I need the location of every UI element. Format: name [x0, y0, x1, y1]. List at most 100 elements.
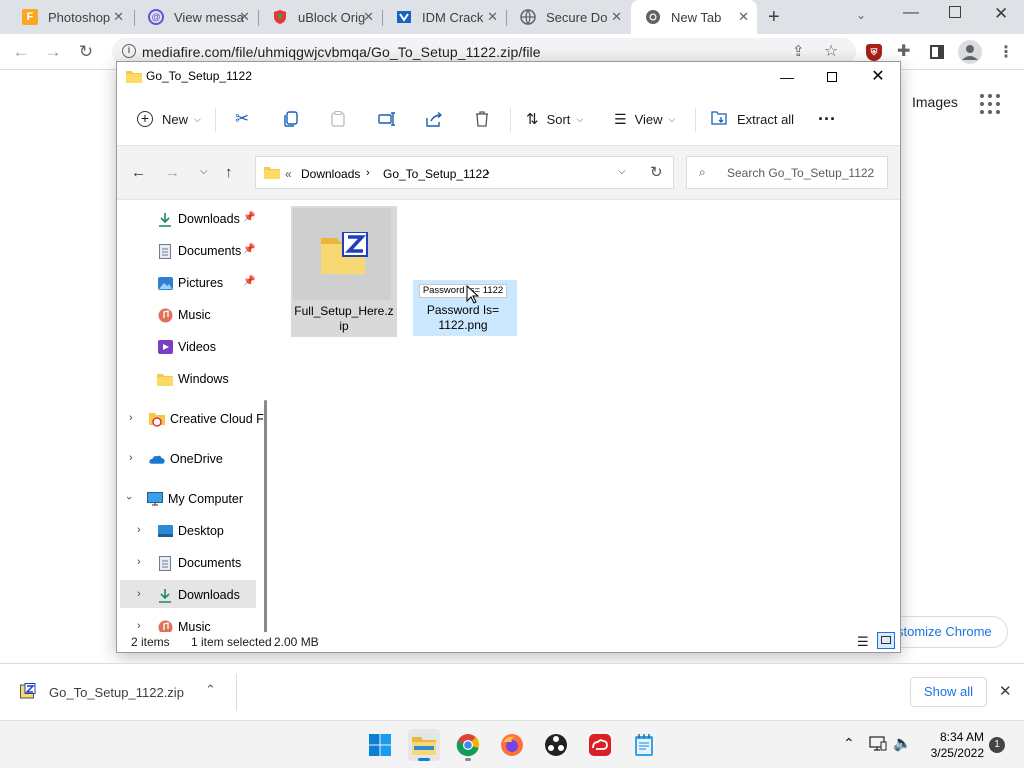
- nav-item-music-pc[interactable]: Music: [157, 613, 211, 632]
- close-icon[interactable]: ✕: [363, 9, 374, 25]
- side-panel-icon[interactable]: [930, 45, 944, 59]
- explorer-titlebar[interactable]: Go_To_Setup_1122 — ✕: [117, 62, 900, 92]
- pin-icon[interactable]: 📌: [243, 212, 255, 223]
- creative-cloud-taskbar-icon[interactable]: [584, 729, 616, 761]
- file-item-png[interactable]: Password Is= 1122 Password Is= 1122.png: [413, 280, 517, 336]
- pin-icon[interactable]: 📌: [243, 244, 255, 255]
- expand-chevron-icon[interactable]: ›: [129, 452, 133, 464]
- rename-icon[interactable]: [378, 107, 396, 131]
- expand-chevron-icon[interactable]: ›: [129, 412, 133, 424]
- restore-icon[interactable]: [949, 6, 961, 18]
- new-button[interactable]: + New ⌵: [137, 107, 201, 131]
- minimize-icon[interactable]: —: [903, 4, 919, 22]
- breadcrumb-separator-icon[interactable]: ›: [486, 167, 490, 179]
- tab-idm[interactable]: IDM Crack ✕: [382, 0, 506, 34]
- chrome-menu-icon[interactable]: ⋮: [998, 42, 1014, 62]
- chrome-taskbar-icon[interactable]: [452, 729, 484, 761]
- expand-chevron-icon[interactable]: ›: [137, 524, 141, 536]
- tab-ublock[interactable]: uBlock Orig ✕: [258, 0, 382, 34]
- cut-icon[interactable]: ✂: [235, 107, 249, 131]
- nav-item-creative-cloud[interactable]: Creative Cloud F: [149, 405, 264, 433]
- explorer-forward-icon[interactable]: →: [165, 164, 180, 181]
- large-icons-view-icon[interactable]: [877, 632, 895, 649]
- recent-locations-chevron-icon[interactable]: ⌵: [200, 166, 208, 177]
- nav-item-downloads-pc[interactable]: Downloads: [157, 581, 240, 609]
- ublock-extension-icon[interactable]: ⛨: [866, 44, 882, 61]
- bookmark-star-icon[interactable]: ☆: [824, 41, 838, 61]
- address-history-chevron-icon[interactable]: ⌵: [618, 166, 626, 177]
- explorer-address-bar[interactable]: « Downloads › Go_To_Setup_1122 › ⌵ ↻: [255, 156, 674, 189]
- share-icon[interactable]: [426, 107, 443, 131]
- new-tab-icon[interactable]: +: [768, 6, 780, 29]
- close-icon[interactable]: ✕: [113, 9, 124, 25]
- back-arrow-icon[interactable]: ←: [10, 41, 32, 63]
- tab-new-tab[interactable]: New Tab ✕: [631, 0, 757, 34]
- breadcrumb-downloads[interactable]: Downloads: [301, 167, 360, 181]
- nav-item-desktop[interactable]: Desktop: [157, 517, 224, 545]
- explorer-back-icon[interactable]: ←: [131, 164, 146, 181]
- nav-item-my-computer[interactable]: My Computer: [147, 485, 243, 513]
- explorer-close-icon[interactable]: ✕: [855, 62, 901, 92]
- window-close-icon[interactable]: ✕: [994, 4, 1008, 24]
- explorer-maximize-icon[interactable]: [809, 62, 855, 92]
- nav-item-pictures[interactable]: Pictures: [157, 269, 223, 297]
- nav-item-music[interactable]: Music: [157, 301, 211, 329]
- pin-icon[interactable]: 📌: [243, 276, 255, 287]
- breadcrumb-separator-icon[interactable]: ›: [366, 167, 370, 179]
- show-all-downloads-button[interactable]: Show all: [910, 677, 987, 707]
- windows-start-icon[interactable]: [364, 729, 396, 761]
- view-button[interactable]: ☰ View ⌵: [614, 107, 675, 131]
- extract-all-button[interactable]: Extract all: [711, 107, 794, 131]
- file-explorer-taskbar-icon[interactable]: [408, 729, 440, 761]
- info-icon[interactable]: i: [122, 44, 136, 58]
- forward-arrow-icon[interactable]: →: [42, 41, 64, 63]
- more-options-icon[interactable]: ···: [818, 107, 836, 131]
- nav-item-downloads[interactable]: Downloads: [157, 205, 240, 233]
- up-arrow-icon[interactable]: ↑: [225, 164, 233, 181]
- delete-icon[interactable]: [475, 107, 489, 131]
- firefox-taskbar-icon[interactable]: [496, 729, 528, 761]
- nav-item-documents-pc[interactable]: Documents: [157, 549, 241, 577]
- download-item[interactable]: Go_To_Setup_1122.zip ⌃: [14, 678, 216, 708]
- close-download-bar-icon[interactable]: ✕: [999, 682, 1012, 700]
- tab-view-messages[interactable]: @ View messa ✕: [134, 0, 258, 34]
- nav-pane-scrollbar[interactable]: [264, 400, 267, 632]
- close-icon[interactable]: ✕: [487, 9, 498, 25]
- explorer-search-input[interactable]: ⌕ Search Go_To_Setup_1122: [686, 156, 888, 189]
- nav-item-documents[interactable]: Documents: [157, 237, 241, 265]
- tab-search-icon[interactable]: ⌄: [856, 8, 866, 22]
- details-view-icon[interactable]: ☰: [857, 634, 869, 650]
- tab-secure-download[interactable]: Secure Do ✕: [506, 0, 630, 34]
- breadcrumb-go-to-setup[interactable]: Go_To_Setup_1122: [383, 167, 489, 181]
- chevron-up-icon[interactable]: ⌃: [205, 682, 216, 698]
- notepad-taskbar-icon[interactable]: [628, 729, 660, 761]
- nav-item-onedrive[interactable]: OneDrive: [149, 445, 223, 473]
- nav-item-windows[interactable]: Windows: [157, 365, 229, 393]
- overflow-chevrons-icon[interactable]: «: [285, 167, 292, 181]
- share-icon[interactable]: ⇪: [792, 42, 805, 60]
- google-apps-icon[interactable]: [980, 94, 1000, 114]
- expand-chevron-icon[interactable]: ›: [137, 556, 141, 568]
- nav-item-videos[interactable]: Videos: [157, 333, 216, 361]
- paste-icon[interactable]: [331, 107, 345, 131]
- system-clock[interactable]: 8:34 AM 3/25/2022: [931, 729, 984, 761]
- expand-chevron-icon[interactable]: ›: [137, 588, 141, 600]
- expand-chevron-icon[interactable]: ›: [137, 620, 141, 632]
- explorer-minimize-icon[interactable]: —: [764, 62, 810, 92]
- notification-badge[interactable]: 1: [989, 737, 1005, 753]
- close-icon[interactable]: ✕: [239, 9, 250, 25]
- collapse-chevron-icon[interactable]: ›: [123, 496, 135, 500]
- profile-avatar[interactable]: [958, 40, 982, 64]
- close-icon[interactable]: ✕: [611, 9, 622, 25]
- file-item-zip[interactable]: Full_Setup_Here.z ip: [291, 206, 397, 337]
- copy-icon[interactable]: [284, 107, 298, 131]
- extensions-puzzle-icon[interactable]: ✚: [897, 41, 910, 61]
- sort-button[interactable]: ⇅ Sort ⌵: [526, 107, 583, 131]
- reload-icon[interactable]: ↻: [75, 41, 97, 63]
- tab-photoshop[interactable]: F Photoshop ✕: [8, 0, 132, 34]
- close-icon[interactable]: ✕: [738, 9, 749, 25]
- volume-icon[interactable]: 🔈: [893, 734, 912, 752]
- show-hidden-icons-chevron-icon[interactable]: ⌃: [843, 735, 855, 752]
- refresh-icon[interactable]: ↻: [650, 163, 663, 181]
- obs-taskbar-icon[interactable]: [540, 729, 572, 761]
